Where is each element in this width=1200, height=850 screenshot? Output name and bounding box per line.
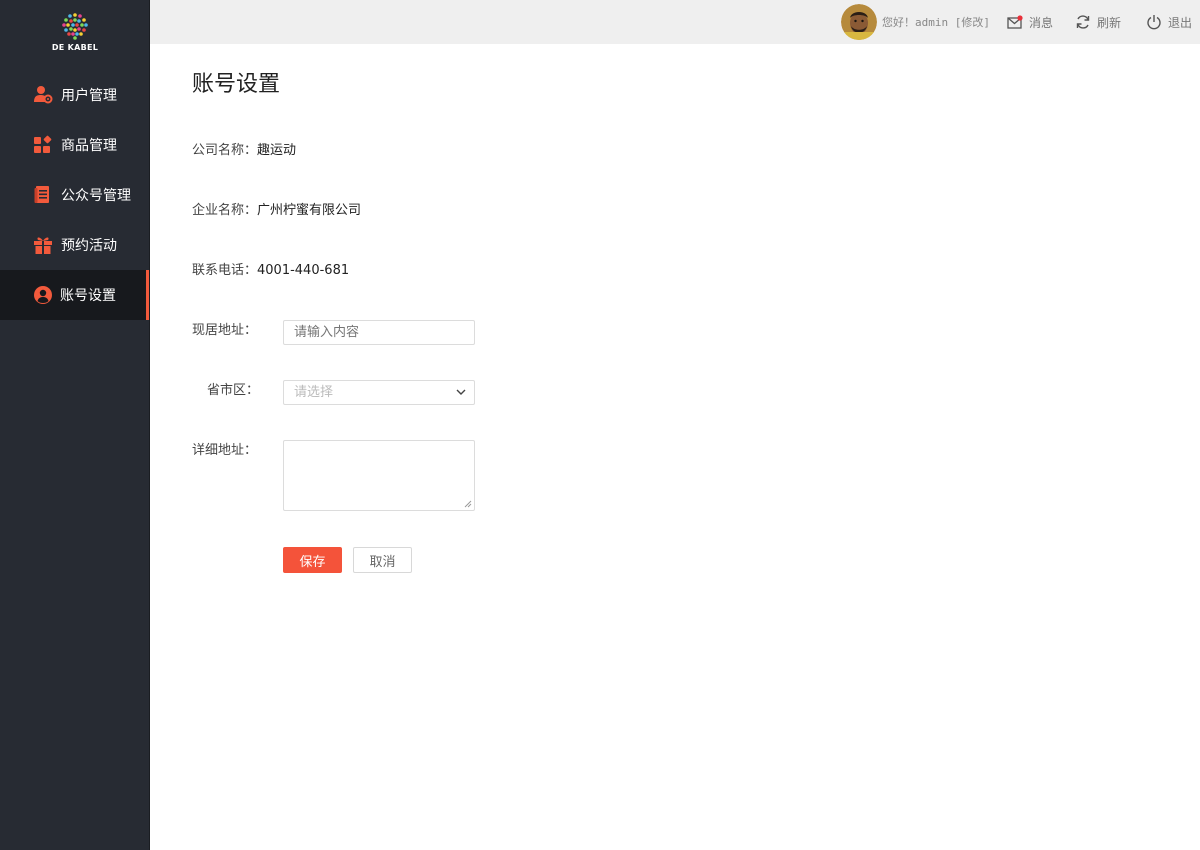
gift-icon [33,235,53,255]
page-title: 账号设置 [192,72,281,97]
sidebar-item-label: 公众号管理 [61,188,131,204]
phone-row: 联系电话：4001-440-681 [192,259,349,278]
enterprise-name-label: 企业名称： [192,203,258,218]
region-select-placeholder: 请选择 [294,385,334,400]
avatar[interactable] [841,4,877,40]
sidebar-item-user-management[interactable]: 用户管理 [0,70,150,120]
address-input[interactable] [283,320,475,345]
sidebar-item-label: 用户管理 [61,88,117,104]
product-grid-icon [33,135,53,155]
refresh-icon [1076,15,1090,29]
sidebar-item-product-management[interactable]: 商品管理 [0,120,150,170]
detail-address-textarea[interactable] [283,440,475,511]
messages-button[interactable]: 消息 [1007,0,1053,44]
enterprise-name-row: 企业名称：广州柠蜜有限公司 [192,199,361,218]
sidebar-nav: 用户管理 商品管理 公众号管理 预约活动 账号设置 [0,70,150,320]
logo-text: DE KABEL [51,43,99,52]
sidebar-item-reservation[interactable]: 预约活动 [0,220,150,270]
phone-value: 4001-440-681 [257,263,350,278]
user-info: 您好！admin [修改] [841,4,990,40]
enterprise-name-value: 广州柠蜜有限公司 [257,203,362,218]
messages-label: 消息 [1029,15,1054,30]
user-circle-icon [33,285,53,305]
save-button[interactable]: 保存 [283,547,342,573]
company-name-label: 公司名称： [192,143,258,158]
sidebar-item-label: 账号设置 [60,288,116,304]
brand-logo[interactable]: DE KABEL [0,0,150,60]
topbar: 您好！admin [修改] 消息 刷新 退出 [150,0,1200,44]
sidebar-item-label: 商品管理 [61,138,117,154]
logout-button[interactable]: 退出 [1146,0,1192,44]
resize-handle-icon[interactable] [464,500,472,508]
logout-label: 退出 [1168,15,1193,30]
region-select[interactable]: 请选择 [283,380,475,405]
sidebar-item-label: 预约活动 [61,238,117,254]
power-icon [1147,15,1161,30]
address-label: 现居地址： [192,323,258,338]
cancel-button[interactable]: 取消 [353,547,412,573]
refresh-label: 刷新 [1097,15,1122,30]
user-settings-icon [33,85,53,105]
sidebar-item-account-settings[interactable]: 账号设置 [0,270,150,320]
logo-dots-icon [62,13,88,40]
envelope-icon [1007,15,1023,29]
sidebar-item-official-account[interactable]: 公众号管理 [0,170,150,220]
sidebar: DE KABEL 用户管理 商品管理 公众号管理 预约活动 账号设置 [0,0,150,850]
detail-address-label: 详细地址： [192,443,258,458]
refresh-button[interactable]: 刷新 [1075,0,1121,44]
company-name-value: 趣运动 [257,143,297,158]
user-greeting[interactable]: 您好！admin [修改] [882,14,990,30]
chevron-down-icon [456,389,466,395]
region-label: 省市区： [206,383,259,398]
document-icon [33,185,53,205]
company-name-row: 公司名称：趣运动 [192,139,296,158]
phone-label: 联系电话： [192,263,258,278]
